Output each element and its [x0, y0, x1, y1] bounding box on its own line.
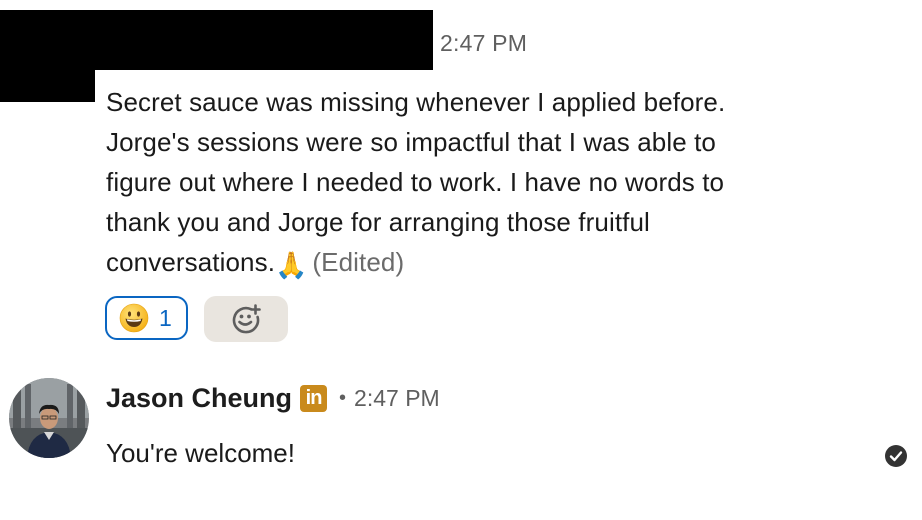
folded-hands-emoji: 🙏 [275, 250, 308, 280]
message-line-last: conversations.🙏 (Edited) [106, 242, 826, 282]
add-reaction-button[interactable] [203, 296, 288, 342]
sender-name[interactable]: Jason Cheung [106, 383, 292, 414]
message-line: thank you and Jorge for arranging those … [106, 207, 650, 237]
profile-photo [9, 378, 89, 458]
redaction-box [0, 10, 433, 70]
message-line: Jorge's sessions were so impactful that … [106, 127, 716, 157]
add-emoji-icon [232, 304, 261, 334]
message-line: Secret sauce was missing whenever I appl… [106, 87, 726, 117]
messaging-thread: 2:47 PM Secret sauce was missing wheneve… [0, 0, 922, 520]
read-check-icon [885, 445, 907, 467]
message-line: figure out where I needed to work. I hav… [106, 167, 725, 197]
redaction-box [0, 68, 95, 102]
avatar[interactable] [9, 378, 89, 458]
reaction-grinning-button[interactable]: 1 [105, 296, 188, 340]
message-body: Secret sauce was missing whenever I appl… [106, 82, 826, 282]
edited-label: (Edited) [312, 247, 405, 277]
reaction-count: 1 [159, 304, 172, 331]
separator-dot: • [339, 386, 347, 409]
message-header: Jason Cheung in • 2:47 PM [106, 380, 440, 416]
grinning-face-icon [119, 303, 149, 333]
linkedin-premium-icon: in [300, 384, 328, 412]
message-timestamp: 2:47 PM [354, 384, 440, 411]
message-body: You're welcome! [106, 438, 295, 468]
message-line: conversations. [106, 247, 276, 277]
reactions-bar: 1 [105, 296, 288, 342]
message-timestamp: 2:47 PM [440, 30, 528, 56]
